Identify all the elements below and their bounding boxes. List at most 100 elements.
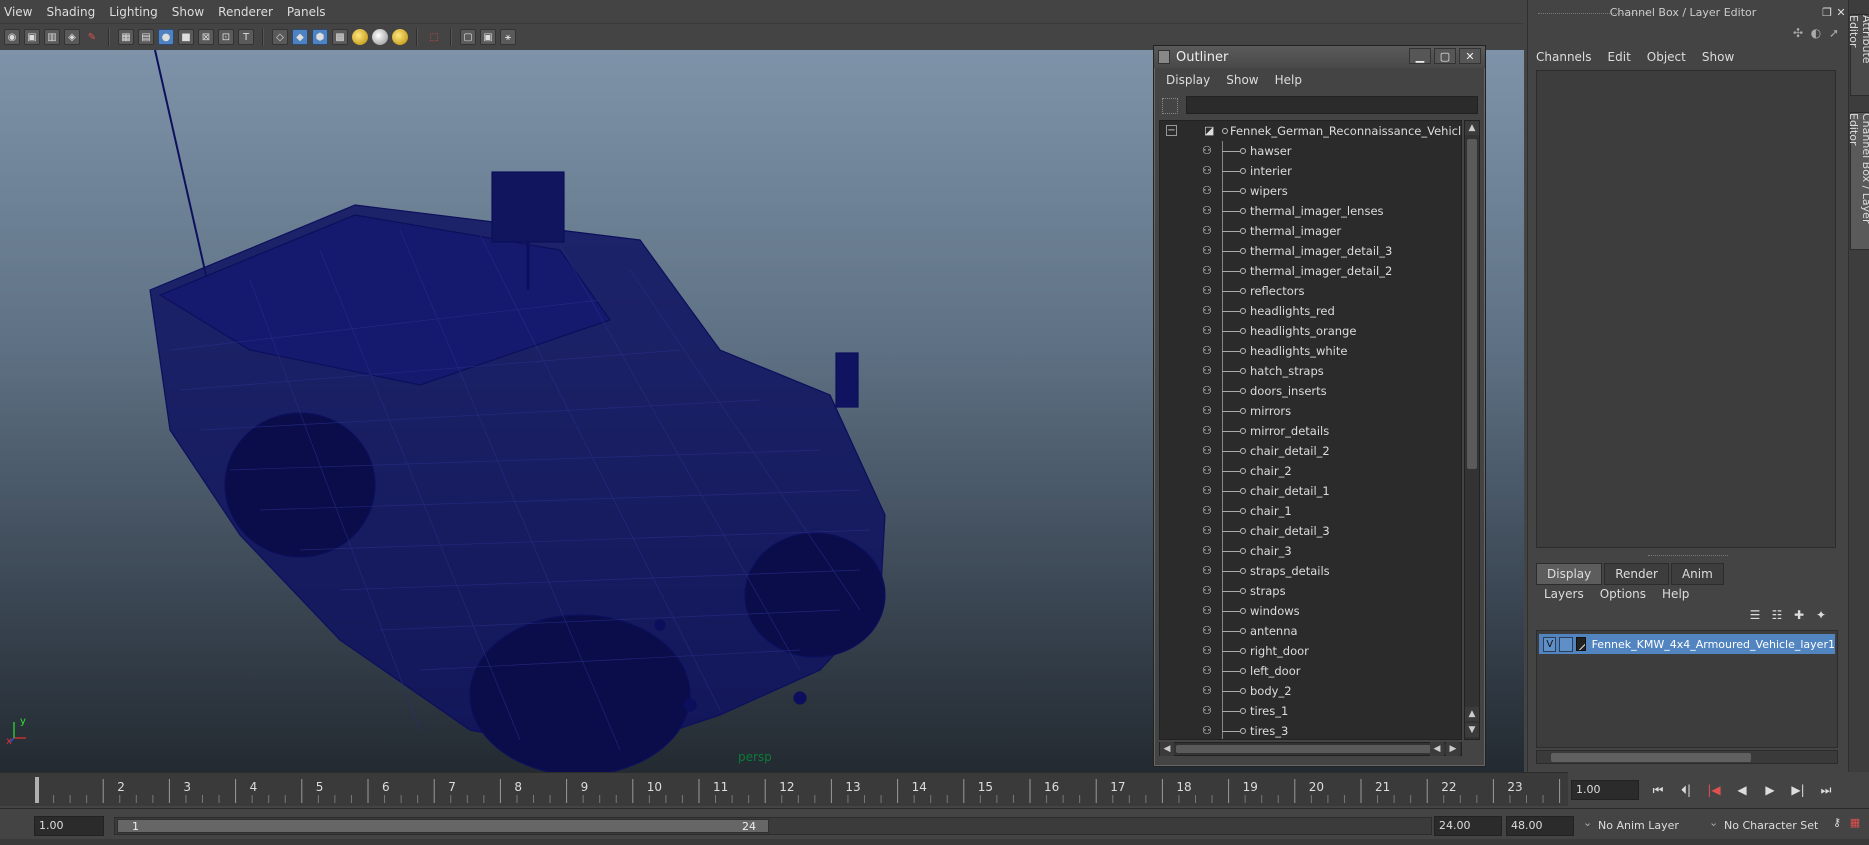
outliner-item[interactable]: ⚇ tires_3 [1160,721,1460,739]
outliner-item[interactable]: ⚇ windows [1160,601,1460,621]
outliner-item[interactable]: ⚇ body_2 [1160,681,1460,701]
outliner-item[interactable]: ⚇ right_door [1160,641,1460,661]
play-backwards-icon[interactable]: ◀ [1728,780,1756,800]
scrollbar-thumb[interactable] [1551,753,1751,762]
outliner-item[interactable]: ⚇ interier [1160,161,1460,181]
bookmarks-icon[interactable]: ▥ [44,29,60,45]
outliner-search-input[interactable] [1186,96,1478,114]
anim-end-field[interactable]: 48.00 [1506,816,1574,836]
float-panel-icon[interactable]: ❐ [1820,6,1834,20]
wireframe-on-shaded-icon[interactable]: ⬢ [312,29,328,45]
tab-anim[interactable]: Anim [1670,563,1724,585]
tab-render[interactable]: Render [1604,563,1669,585]
range-slider-track[interactable]: 1 24 [114,817,1432,835]
start-time-field[interactable]: 1.00 [34,816,104,836]
tab-attribute-editor[interactable]: Attribute Editor [1847,14,1869,96]
new-layer-icon[interactable]: ✚ [1788,608,1810,626]
scroll-right-icon[interactable]: ▶ [1446,742,1460,756]
wireframe-icon[interactable]: ◇ [272,29,288,45]
menu-layers[interactable]: Layers [1544,587,1584,601]
menu-show[interactable]: Show [1226,73,1258,87]
menu-panels[interactable]: Panels [287,5,326,19]
collapse-icon[interactable]: − [1166,125,1177,136]
safe-title-icon[interactable]: T [238,29,254,45]
vehicle-wireframe[interactable] [0,50,1160,772]
film-gate-icon[interactable]: ▤ [138,29,154,45]
menu-edit[interactable]: Edit [1608,50,1631,64]
select-camera-icon[interactable]: ◉ [4,29,20,45]
step-forward-key-icon[interactable]: ▶| [1784,780,1812,800]
grid-icon[interactable]: ▦ [118,29,134,45]
current-time-marker[interactable] [35,777,39,803]
outliner-item[interactable]: ⚇ chair_3 [1160,541,1460,561]
close-icon[interactable]: ✕ [1459,48,1481,64]
layer-playback-toggle[interactable] [1559,636,1573,652]
channel-box-area[interactable] [1536,70,1836,548]
outliner-item[interactable]: ⚇ chair_detail_2 [1160,441,1460,461]
shadows-icon[interactable] [372,29,388,45]
menu-show[interactable]: Show [172,5,204,19]
layer-row[interactable]: V Fennek_KMW_4x4_Armoured_Vehicle_layer1 [1539,634,1835,654]
outliner-item[interactable]: ⚇ wipers [1160,181,1460,201]
menu-options[interactable]: Options [1600,587,1646,601]
tab-channel-box[interactable]: Channel Box / Layer Editor [1847,112,1869,250]
range-slider-thumb[interactable]: 1 24 [117,819,769,833]
outliner-item[interactable]: ⚇ doors_inserts [1160,381,1460,401]
menu-display[interactable]: Display [1166,73,1210,87]
outliner-item[interactable]: ⚇ thermal_imager_lenses [1160,201,1460,221]
outliner-item[interactable]: ⚇ tires_1 [1160,701,1460,721]
outliner-item[interactable]: ⚇ thermal_imager_detail_3 [1160,241,1460,261]
scroll-left-icon[interactable]: ◀ [1160,742,1174,756]
character-set-dropdown[interactable]: No Character Set [1706,813,1828,836]
filter-icon[interactable] [1162,98,1178,114]
menu-help[interactable]: Help [1275,73,1302,87]
close-panel-icon[interactable]: ✕ [1834,6,1848,20]
outliner-item[interactable]: ⚇ chair_1 [1160,501,1460,521]
outliner-item[interactable]: ⚇ headlights_white [1160,341,1460,361]
anim-layer-dropdown[interactable]: No Anim Layer [1580,813,1702,836]
outliner-item[interactable]: ⚇ headlights_orange [1160,321,1460,341]
camera-attributes-icon[interactable]: ▣ [24,29,40,45]
move-layer-up-icon[interactable]: ☰ [1744,608,1766,626]
scroll-down-icon[interactable]: ▼ [1465,723,1479,737]
outliner-item[interactable]: ⚇ straps [1160,581,1460,601]
outliner-horizontal-scrollbar[interactable]: ◀ ◀ ▶ [1159,742,1462,756]
image-plane-icon[interactable]: ◈ [64,29,80,45]
outliner-item[interactable]: ⚇ mirrors [1160,401,1460,421]
outliner-item[interactable]: ⚇ chair_detail_3 [1160,521,1460,541]
resolution-gate-icon[interactable]: ● [158,29,174,45]
current-frame-field[interactable]: 1.00 [1571,780,1639,800]
preferences-icon[interactable]: ▦ [1846,816,1864,832]
tab-display[interactable]: Display [1536,563,1603,585]
scroll-left-icon[interactable]: ◀ [1430,742,1444,756]
grease-pencil-icon[interactable]: ✎ [84,29,100,45]
manipulator-icon[interactable]: ✣ [1790,26,1806,42]
outliner-item[interactable]: ⚇ antenna [1160,621,1460,641]
field-chart-icon[interactable]: ⊠ [198,29,214,45]
layer-horizontal-scrollbar[interactable] [1536,750,1838,764]
outliner-item[interactable]: ⚇ mirror_details [1160,421,1460,441]
end-time-field[interactable]: 24.00 [1434,816,1502,836]
layer-visibility-toggle[interactable]: V [1543,636,1557,652]
menu-renderer[interactable]: Renderer [218,5,273,19]
scrollbar-thumb[interactable] [1176,745,1436,753]
outliner-item[interactable]: ⚇ hatch_straps [1160,361,1460,381]
smooth-shade-icon[interactable]: ◆ [292,29,308,45]
minimize-icon[interactable]: ▁ [1409,48,1431,64]
outliner-item[interactable]: ⚇ hawser [1160,141,1460,161]
step-back-key-icon[interactable]: ⏴| [1672,780,1700,800]
move-layer-down-icon[interactable]: ☷ [1766,608,1788,626]
outliner-vertical-scrollbar[interactable]: ▲ ▲ ▼ [1464,120,1480,740]
xray-joints-icon[interactable]: ▣ [480,29,496,45]
menu-show[interactable]: Show [1702,50,1734,64]
hyper-icon[interactable]: ➚ [1826,26,1842,42]
menu-shading[interactable]: Shading [46,5,95,19]
menu-channels[interactable]: Channels [1536,50,1592,64]
outliner-item[interactable]: ⚇ thermal_imager [1160,221,1460,241]
xray-icon[interactable]: ▢ [460,29,476,45]
layer-color-swatch[interactable] [1575,637,1586,651]
outliner-item[interactable]: ⚇ headlights_red [1160,301,1460,321]
menu-view[interactable]: View [4,5,32,19]
scroll-up-icon[interactable]: ▲ [1465,121,1479,135]
scrollbar-thumb[interactable] [1467,139,1477,469]
